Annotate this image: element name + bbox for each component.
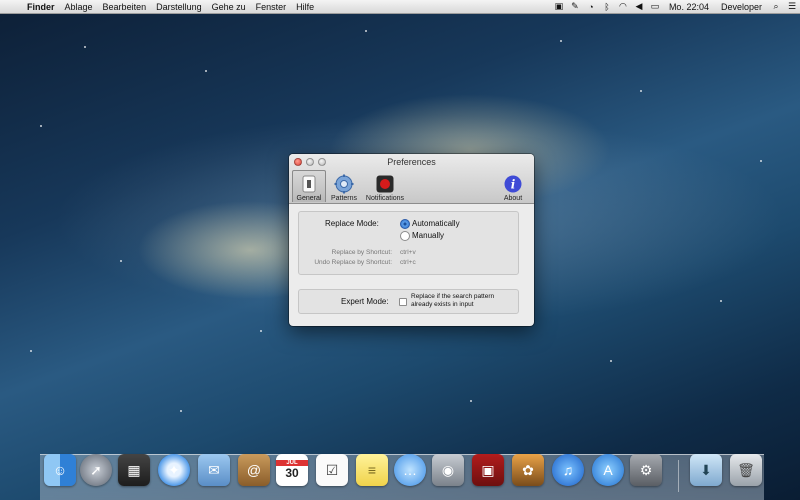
tab-general[interactable]: General — [292, 170, 326, 202]
reminders-icon[interactable]: ☑ — [316, 454, 348, 486]
undo-shortcut-value[interactable]: ctrl+c — [400, 259, 416, 266]
app-store-icon[interactable]: A — [592, 454, 624, 486]
expert-text-line2: already exists in input — [411, 301, 474, 308]
expert-mode-checkbox[interactable] — [399, 298, 407, 306]
expert-mode-label: Expert Mode: — [341, 297, 389, 306]
menu-ablage[interactable]: Ablage — [60, 2, 98, 12]
undo-shortcut-label: Undo Replace by Shortcut: — [314, 259, 392, 266]
expert-text-line1: Replace if the search pattern — [411, 293, 495, 300]
tab-patterns[interactable]: Patterns — [327, 170, 361, 202]
window-title: Preferences — [387, 157, 436, 167]
calendar-day: 30 — [285, 466, 299, 480]
expert-mode-text[interactable]: Replace if the search pattern already ex… — [411, 293, 494, 309]
itunes-icon[interactable]: ♫ — [552, 454, 584, 486]
menu-bar: Finder Ablage Bearbeiten Darstellung Geh… — [0, 0, 800, 14]
time-machine-icon[interactable]: ◔ — [584, 2, 598, 12]
radio-manually[interactable] — [400, 231, 410, 241]
replace-shortcut-value[interactable]: ctrl+v — [400, 249, 416, 256]
tab-patterns-label: Patterns — [330, 195, 358, 202]
wifi-icon[interactable]: ◠ — [616, 1, 630, 12]
photo-booth-icon[interactable]: ▣ — [472, 454, 504, 486]
system-preferences-icon[interactable]: ⚙ — [630, 454, 662, 486]
safari-icon[interactable]: ✦ — [158, 454, 190, 486]
radio-automatically[interactable] — [400, 219, 410, 229]
tab-about[interactable]: i About — [496, 170, 530, 202]
script-status-icon[interactable]: ✎ — [568, 1, 582, 12]
svg-text:i: i — [511, 178, 516, 192]
replace-mode-label: Replace Mode: — [325, 219, 379, 228]
window-toolbar: Preferences General Patterns Notificatio… — [289, 154, 534, 204]
radio-automatically-label[interactable]: Automatically — [412, 219, 460, 228]
replace-mode-group: Replace Mode: Automatically Manually Rep… — [298, 211, 519, 275]
menu-hilfe[interactable]: Hilfe — [291, 2, 319, 12]
info-icon: i — [503, 174, 523, 194]
contacts-icon[interactable]: @ — [238, 454, 270, 486]
finder-icon[interactable]: ☺ — [44, 454, 76, 486]
bluetooth-icon[interactable]: ᛒ — [600, 2, 614, 12]
menu-bearbeiten[interactable]: Bearbeiten — [98, 2, 152, 12]
record-icon — [375, 174, 395, 194]
preferences-window: Preferences General Patterns Notificatio… — [289, 154, 534, 326]
facetime-icon[interactable]: ◉ — [432, 454, 464, 486]
radio-manually-label[interactable]: Manually — [412, 231, 444, 240]
volume-icon[interactable]: ◀ — [632, 1, 646, 12]
gear-icon — [334, 174, 354, 194]
tab-notifications-label: Notifications — [365, 195, 405, 202]
notes-icon[interactable]: ≡ — [356, 454, 388, 486]
tab-notifications[interactable]: Notifications — [362, 170, 408, 202]
tab-general-label: General — [296, 195, 322, 202]
tab-about-label: About — [503, 195, 523, 202]
calendar-icon[interactable]: JUL 30 — [276, 454, 308, 486]
messages-icon[interactable]: … — [394, 454, 426, 486]
menu-gehe-zu[interactable]: Gehe zu — [207, 2, 251, 12]
launchpad-icon[interactable]: ➚ — [80, 454, 112, 486]
notification-center-icon[interactable]: ☰ — [785, 1, 799, 12]
trash-icon[interactable]: 🗑 — [730, 454, 762, 486]
mission-control-icon[interactable]: ▦ — [118, 454, 150, 486]
menu-finder[interactable]: Finder — [22, 2, 60, 12]
dock-separator — [678, 460, 679, 492]
menu-clock[interactable]: Mo. 22:04 — [663, 2, 715, 12]
expert-mode-group: Expert Mode: Replace if the search patte… — [298, 289, 519, 314]
downloads-icon[interactable]: ⬇ — [690, 454, 722, 486]
switch-icon — [299, 174, 319, 194]
spotlight-icon[interactable]: ⌕ — [769, 1, 783, 12]
menu-fenster[interactable]: Fenster — [251, 2, 292, 12]
menu-user[interactable]: Developer — [715, 2, 768, 12]
battery-icon[interactable]: ▭ — [648, 1, 662, 12]
menu-darstellung[interactable]: Darstellung — [151, 2, 207, 12]
app-status-icon[interactable]: ▣ — [552, 1, 566, 12]
mail-icon[interactable]: ✉ — [198, 454, 230, 486]
iphoto-icon[interactable]: ✿ — [512, 454, 544, 486]
replace-shortcut-label: Replace by Shortcut: — [331, 249, 392, 256]
